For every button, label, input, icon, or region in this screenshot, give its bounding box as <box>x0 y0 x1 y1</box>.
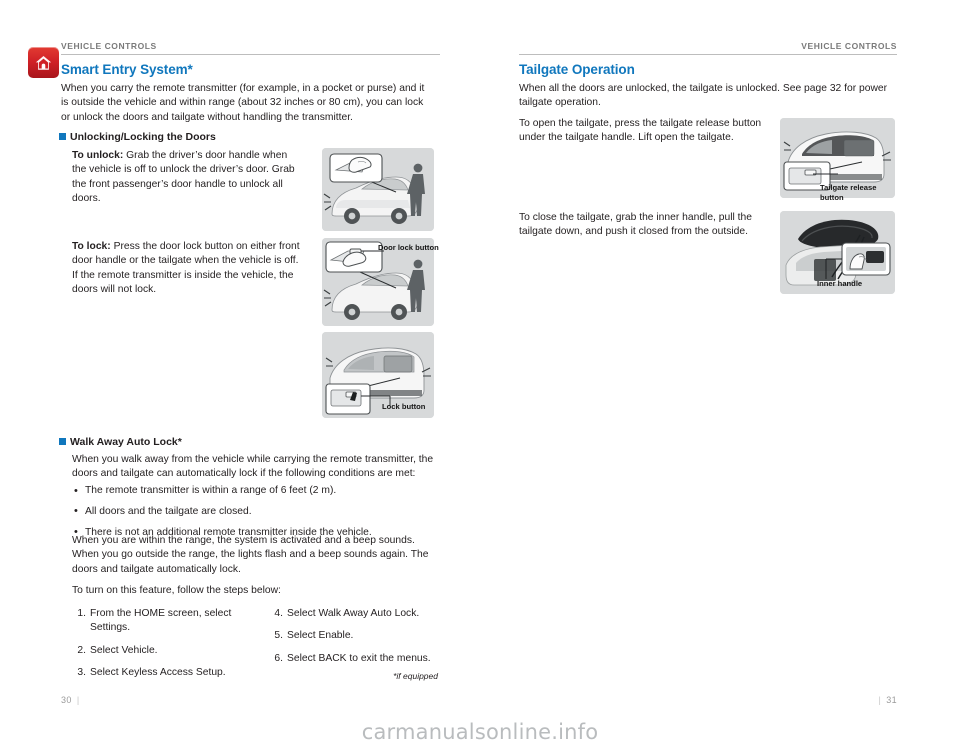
step-item: 6. Select BACK to exit the menus. <box>265 652 445 666</box>
left-page: VEHICLE CONTROLS Smart Entry System* Whe… <box>0 0 480 750</box>
smart-entry-intro-paragraph: When you carry the remote transmitter (f… <box>61 83 425 123</box>
running-head-rule-right <box>519 54 897 55</box>
footnote-if-equipped: *if equipped <box>393 671 438 681</box>
step-item: 3. Select Keyless Access Setup. <box>68 666 238 680</box>
figure-caption-tailgate-release-line2: button <box>820 192 844 202</box>
tailgate-open-paragraph: To open the tailgate, press the tailgate… <box>519 118 762 144</box>
figure-caption-tailgate-release: Tailgate release button <box>820 183 894 202</box>
tailgate-intro-paragraph: When all the doors are unlocked, the tai… <box>519 83 888 109</box>
running-head-rule-left <box>61 54 440 55</box>
figure-door-handle-unlock <box>322 148 434 231</box>
steps-column-2: 4. Select Walk Away Auto Lock. 5. Select E… <box>265 607 445 674</box>
folio-divider: | <box>76 695 80 705</box>
to-unlock-paragraph: To unlock: Grab the driver’s door handle… <box>72 149 297 207</box>
step-item: 4. Select Walk Away Auto Lock. <box>265 607 445 621</box>
subhead-unlocking-locking: Unlocking/Locking the Doors <box>59 131 216 143</box>
step-number: 4. <box>274 608 283 619</box>
walk-away-lead-in-paragraph: To turn on this feature, follow the step… <box>72 585 281 596</box>
tailgate-close-paragraph: To close the tailgate, grab the inner ha… <box>519 212 752 238</box>
step-item: 5. Select Enable. <box>265 629 445 643</box>
subhead-walk-away-label: Walk Away Auto Lock* <box>70 436 182 448</box>
subhead-walk-away-auto-lock: Walk Away Auto Lock* <box>59 436 182 448</box>
step-text: Select Keyless Access Setup. <box>90 667 226 679</box>
to-lock-paragraph: To lock: Press the door lock button on e… <box>72 240 300 298</box>
step-text: From the HOME screen, select Settings. <box>90 608 232 634</box>
to-unlock-label: To unlock: <box>72 150 124 161</box>
folio-right: | 31 <box>873 695 897 705</box>
folio-left: 30 | <box>61 695 85 705</box>
walk-away-intro-paragraph: When you walk away from the vehicle whil… <box>72 454 434 480</box>
step-number: 3. <box>77 667 86 679</box>
step-text: Select Enable. <box>287 630 354 642</box>
walk-away-body-paragraph: When you are within the range, the syste… <box>72 535 429 575</box>
site-watermark: carmanualsonline.info <box>361 720 599 744</box>
figure-caption-tailgate-lock-button: Lock button <box>382 402 426 411</box>
blue-square-bullet-icon <box>59 133 66 140</box>
steps-column-1: 1. From the HOME screen, select Settings.… <box>68 607 238 689</box>
list-item: All doors and the tailgate are closed. <box>72 504 432 519</box>
subhead-unlocking-locking-label: Unlocking/Locking the Doors <box>70 131 216 143</box>
step-item: 1. From the HOME screen, select Settings. <box>68 607 238 636</box>
figure-caption-door-lock-button: Door lock button <box>378 243 439 252</box>
home-icon <box>28 47 59 78</box>
section-title-smart-entry: Smart Entry System* <box>61 62 193 77</box>
step-number: 6. <box>274 652 283 664</box>
blue-square-bullet-icon-2 <box>59 438 66 445</box>
running-head-left: VEHICLE CONTROLS <box>61 41 157 51</box>
step-number: 2. <box>77 644 86 656</box>
list-item: The remote transmitter is within a range… <box>72 483 432 498</box>
folio-left-number: 30 <box>61 695 72 705</box>
step-text: Select Vehicle. <box>90 644 158 656</box>
to-lock-label: To lock: <box>72 241 111 252</box>
page-spread: VEHICLE CONTROLS Smart Entry System* Whe… <box>0 0 960 750</box>
right-page: VEHICLE CONTROLS Tailgate Operation When… <box>480 0 960 750</box>
folio-divider-right: | <box>878 695 882 705</box>
section-title-tailgate-operation: Tailgate Operation <box>519 62 635 77</box>
step-text: Select BACK to exit the menus. <box>287 652 431 664</box>
step-number: 5. <box>274 630 283 642</box>
figure-caption-inner-handle: Inner handle <box>817 279 863 288</box>
figure-caption-tailgate-release-line1: Tailgate release <box>820 183 877 192</box>
step-number: 1. <box>77 608 86 619</box>
step-text: Select Walk Away Auto Lock. <box>287 608 420 619</box>
step-item: 2. Select Vehicle. <box>68 644 238 658</box>
folio-right-number: 31 <box>886 695 897 705</box>
running-head-right: VEHICLE CONTROLS <box>801 41 897 51</box>
